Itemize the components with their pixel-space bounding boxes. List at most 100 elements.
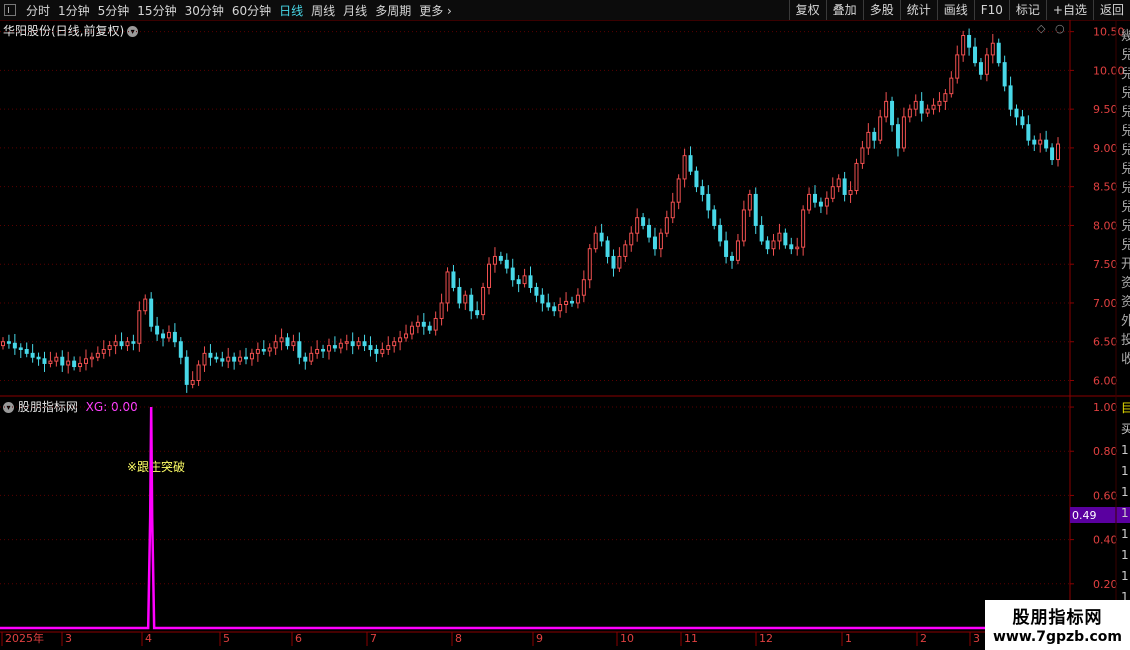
candle-body	[552, 306, 557, 312]
candle-body	[1008, 85, 1013, 110]
candle-body	[368, 345, 373, 350]
period-tab[interactable]: 60分钟	[228, 2, 275, 19]
main-chart-header: 华阳股份(日线,前复权) ▾	[3, 22, 139, 39]
candle-body	[297, 341, 302, 358]
candle-body	[735, 240, 740, 261]
watermark-title: 股朋指标网	[1012, 608, 1103, 628]
candle-body	[712, 209, 717, 226]
side-strip-text: 开	[1121, 257, 1130, 272]
candle-body	[937, 100, 942, 106]
period-tab[interactable]: 分时	[22, 2, 54, 19]
candle-body	[1032, 139, 1037, 145]
candle-body	[694, 170, 699, 188]
candle-body	[741, 209, 746, 242]
candle-body	[664, 217, 669, 234]
candle-body	[386, 345, 391, 350]
candle-body	[534, 286, 539, 296]
side-strip-text: 投	[1121, 332, 1130, 348]
candle-body	[848, 190, 853, 195]
action-button[interactable]: 叠加	[825, 0, 863, 20]
side-strip-text: 兒	[1121, 48, 1130, 63]
circle-icon[interactable]: ○	[1055, 22, 1065, 35]
candle-body	[1, 341, 5, 347]
y-tick-label: 10.00	[1093, 64, 1125, 77]
candle-body	[587, 248, 592, 281]
indicator-title: 股朋指标网	[17, 400, 78, 414]
candle-body	[101, 348, 106, 354]
candle-body	[285, 337, 290, 347]
candle-body	[907, 108, 912, 118]
candle-body	[1050, 147, 1055, 161]
date-label: 3	[973, 632, 980, 645]
y-tick-label: 0.60	[1093, 489, 1118, 502]
candle-body	[623, 244, 628, 257]
diamond-icon[interactable]: ◇	[1037, 22, 1045, 35]
action-button[interactable]: 标记	[1008, 0, 1046, 20]
candle-body	[89, 356, 94, 360]
candle-body	[753, 193, 758, 226]
candle-body	[700, 186, 705, 195]
candle-body	[12, 342, 17, 349]
side-strip-text: 1	[1121, 464, 1129, 478]
candle-body	[718, 224, 723, 242]
candle-body	[860, 147, 865, 164]
candle-body	[747, 193, 752, 211]
candle-body	[795, 246, 800, 250]
chevron-down-icon[interactable]: ▾	[3, 402, 14, 413]
y-tick-label: 6.50	[1093, 336, 1118, 349]
candle-body	[445, 271, 450, 304]
period-tab[interactable]: 30分钟	[181, 2, 228, 19]
candle-body	[161, 333, 166, 339]
y-tick-label: 0.80	[1093, 445, 1118, 458]
candle-body	[427, 325, 432, 331]
action-button[interactable]: F10	[973, 0, 1009, 20]
candle-body	[463, 294, 468, 304]
candle-body	[344, 341, 349, 344]
candle-body	[593, 232, 598, 250]
side-strip-text: 兒	[1121, 105, 1130, 120]
candle-body	[866, 131, 871, 149]
y-tick-label: 7.50	[1093, 258, 1118, 271]
panel-toggle-icon[interactable]	[4, 4, 16, 16]
value-tag-label: 0.49	[1072, 509, 1097, 522]
action-button[interactable]: 画线	[936, 0, 974, 20]
candle-body	[475, 310, 480, 316]
action-button[interactable]: 多股	[862, 0, 900, 20]
period-tab[interactable]: 周线	[307, 2, 339, 19]
period-tab[interactable]: 多周期	[371, 2, 415, 19]
side-strip-text: 幾	[1121, 29, 1130, 44]
action-button[interactable]: 返回	[1092, 0, 1130, 20]
candle-body	[208, 352, 213, 358]
candle-body	[1020, 116, 1025, 126]
action-button[interactable]: 复权	[788, 0, 826, 20]
period-tab[interactable]: 月线	[339, 2, 371, 19]
candle-body	[398, 337, 403, 343]
side-strip-text: 1	[1121, 527, 1129, 541]
action-button[interactable]: +自选	[1045, 0, 1093, 20]
period-tab[interactable]: 更多 ›	[415, 2, 456, 19]
candle-body	[95, 352, 100, 358]
period-tab[interactable]: 5分钟	[94, 2, 134, 19]
chevron-down-icon[interactable]: ▾	[127, 26, 139, 37]
candle-body	[641, 217, 646, 226]
candle-body	[232, 356, 237, 362]
candle-body	[469, 294, 474, 312]
candle-body	[635, 217, 640, 234]
side-strip-text: 兒	[1121, 124, 1130, 139]
date-label: 8	[455, 632, 462, 645]
side-strip-text: 兒	[1121, 67, 1130, 82]
candle-body	[581, 279, 586, 296]
date-label: 6	[295, 632, 302, 645]
period-tab[interactable]: 日线	[275, 2, 307, 19]
period-tab[interactable]: 15分钟	[133, 2, 180, 19]
candle-body	[901, 116, 906, 149]
period-tab[interactable]: 1分钟	[54, 2, 94, 19]
candle-body	[83, 358, 88, 364]
candle-body	[1014, 108, 1019, 118]
candle-body	[1044, 139, 1049, 149]
side-strip-text: 兒	[1121, 181, 1130, 196]
action-button[interactable]: 统计	[899, 0, 937, 20]
candle-body	[978, 62, 983, 75]
candle-body	[309, 352, 314, 362]
date-label: 12	[759, 632, 773, 645]
